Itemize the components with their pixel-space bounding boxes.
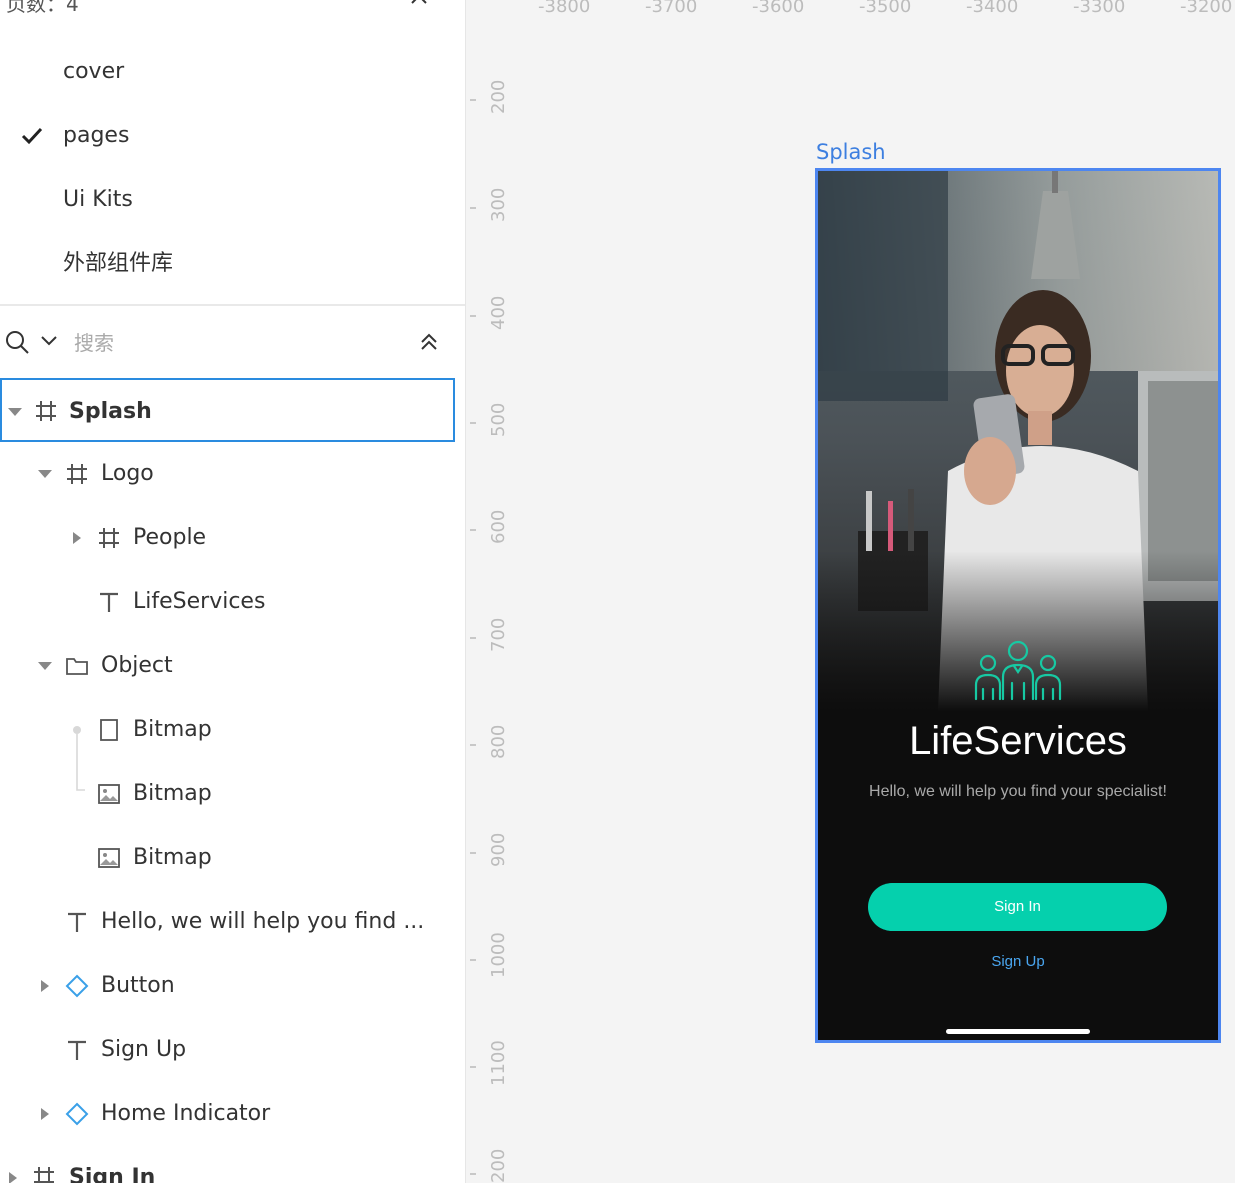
rectangle-icon [100,719,118,741]
ruler-mark: -3600 [752,0,805,17]
frame-icon [67,464,87,484]
folder-icon [66,658,88,675]
chevron-down-icon[interactable] [40,334,58,348]
layer-logo[interactable]: Logo [0,442,455,506]
sign-up-link[interactable]: Sign Up [818,953,1218,970]
layer-label: Object [101,653,173,678]
ruler-mark: 500 [488,402,509,437]
layer-label: Hello, we will help you find ... [101,909,425,934]
ruler-mark: -3200 [1180,0,1233,17]
component-icon [65,974,89,998]
ruler-mark: -3800 [538,0,591,17]
page-item-ui-kits[interactable]: Ui Kits [63,180,133,220]
ruler-mark: 600 [488,509,509,544]
layer-label: Bitmap [133,845,212,870]
ruler-mark: -3500 [859,0,912,17]
sign-in-button[interactable]: Sign In [868,883,1167,931]
page-item-external-library[interactable]: 外部组件库 [63,244,173,284]
ruler-mark: 200 [488,79,509,114]
splash-artboard[interactable]: LifeServices Hello, we will help you fin… [815,168,1221,1043]
expand-arrow-icon[interactable] [38,662,52,670]
layer-label: People [133,525,207,550]
layer-lifeservices-text[interactable]: LifeServices [0,570,455,634]
ruler-mark: -3700 [645,0,698,17]
layer-home-indicator[interactable]: Home Indicator [0,1082,455,1146]
layer-sign-up-text[interactable]: Sign Up [0,1018,455,1082]
ruler-mark: 300 [488,187,509,222]
collapsed-arrow-icon[interactable] [41,1108,49,1120]
layer-search-input[interactable] [72,327,376,359]
artboard-label[interactable]: Splash [816,140,886,164]
image-icon [98,848,120,868]
panel-divider [0,304,465,306]
collapse-all-icon[interactable] [418,330,440,354]
chevron-up-icon[interactable] [408,0,430,12]
ruler-mark: 1000 [488,932,509,978]
layer-bitmap-1[interactable]: Bitmap [0,698,455,791]
ruler-mark: 200 [488,1148,509,1183]
layer-bitmap-3[interactable]: Bitmap [0,826,455,890]
layer-bitmap-2[interactable]: Bitmap [0,762,455,826]
layer-label: Bitmap [133,717,212,742]
component-icon [65,1102,89,1126]
ruler-mark: -3300 [1073,0,1126,17]
ruler-mark: 1100 [488,1040,509,1086]
frame-icon [34,1167,54,1183]
text-icon [68,1040,86,1060]
expand-arrow-icon[interactable] [38,470,52,478]
text-icon [100,592,118,612]
ruler-mark: 800 [488,724,509,759]
layer-label: Bitmap [133,781,212,806]
page-item-pages[interactable]: pages [63,116,129,156]
layer-label: Sign In [69,1165,156,1183]
pages-count-header: 页数：4 [6,0,79,16]
layer-label: Button [101,973,175,998]
expand-arrow-icon[interactable] [8,408,22,416]
tagline: Hello, we will help you find your specia… [869,783,1167,800]
layer-people[interactable]: People [0,506,455,570]
frame-icon [99,528,119,548]
ruler-mark: -3400 [966,0,1019,17]
search-icon[interactable] [4,329,30,355]
layer-label: Logo [101,461,154,486]
collapsed-arrow-icon[interactable] [41,980,49,992]
ruler-mark: 400 [488,295,509,330]
collapsed-arrow-icon[interactable] [9,1172,17,1183]
layer-search-bar [0,320,465,364]
layer-object[interactable]: Object [0,634,455,698]
layer-button[interactable]: Button [0,954,455,1018]
horizontal-ruler: -3800 -3700 -3600 -3500 -3400 -3300 -320… [466,0,1235,20]
layer-splash[interactable]: Splash [0,378,455,442]
check-icon [21,127,43,145]
ruler-mark: 900 [488,832,509,867]
people-icon [974,640,1062,701]
layer-label: Home Indicator [101,1101,271,1126]
hero-photo [818,171,1218,711]
layer-tagline-text[interactable]: Hello, we will help you find ... [0,890,455,954]
frame-icon [36,401,56,421]
app-title: LifeServices [909,719,1127,763]
ruler-mark: 700 [488,617,509,652]
collapsed-arrow-icon[interactable] [73,532,81,544]
layer-label: LifeServices [133,589,266,614]
image-icon [98,784,120,804]
layer-label: Sign Up [101,1037,187,1062]
layer-sign-in[interactable]: Sign In [0,1146,455,1183]
layer-label: Splash [69,399,152,424]
text-icon [68,912,86,932]
page-item-cover[interactable]: cover [63,52,124,92]
home-indicator [946,1029,1090,1034]
left-panel: 页数：4 cover pages Ui Kits 外部组件库 Splash Lo… [0,0,466,1183]
